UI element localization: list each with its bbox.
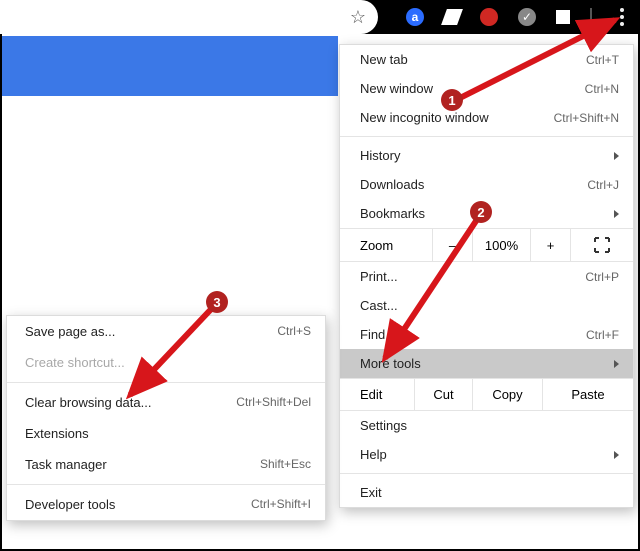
- chevron-right-icon: [614, 451, 619, 459]
- label: Bookmarks: [360, 206, 425, 221]
- chrome-main-menu: New tab Ctrl+T New window Ctrl+N New inc…: [339, 44, 634, 508]
- label: Task manager: [25, 457, 107, 472]
- label: Find...: [360, 327, 396, 342]
- menu-settings[interactable]: Settings: [340, 411, 633, 440]
- submenu-create-shortcut: Create shortcut...: [7, 347, 325, 378]
- more-tools-submenu: Save page as... Ctrl+S Create shortcut..…: [6, 315, 326, 521]
- shortcut: Ctrl+T: [586, 53, 619, 67]
- shortcut: Ctrl+S: [277, 324, 311, 339]
- label: Clear browsing data...: [25, 395, 151, 410]
- label: Create shortcut...: [25, 355, 125, 370]
- edit-label: Edit: [340, 379, 414, 410]
- annotation-badge-1: 1: [441, 89, 463, 111]
- extension-check-icon[interactable]: ✓: [518, 8, 536, 26]
- fullscreen-button[interactable]: [570, 229, 633, 261]
- page-header-blue: [2, 36, 338, 96]
- shortcut: Ctrl+J: [587, 178, 619, 192]
- extension-red-icon[interactable]: [480, 8, 498, 26]
- menu-zoom-row: Zoom – 100% +: [340, 228, 633, 262]
- label: Downloads: [360, 177, 424, 192]
- menu-new-tab[interactable]: New tab Ctrl+T: [340, 45, 633, 74]
- zoom-plus-button[interactable]: +: [530, 229, 570, 261]
- chevron-right-icon: [614, 152, 619, 160]
- submenu-extensions[interactable]: Extensions: [7, 418, 325, 449]
- label: New tab: [360, 52, 408, 67]
- shortcut: Ctrl+N: [585, 82, 619, 96]
- submenu-task-manager[interactable]: Task manager Shift+Esc: [7, 449, 325, 480]
- submenu-save-page-as[interactable]: Save page as... Ctrl+S: [7, 316, 325, 347]
- menu-new-window[interactable]: New window Ctrl+N: [340, 74, 633, 103]
- shortcut: Ctrl+P: [585, 270, 619, 284]
- menu-help[interactable]: Help: [340, 440, 633, 469]
- label: More tools: [360, 356, 421, 371]
- bookmark-star-icon[interactable]: ☆: [350, 7, 366, 28]
- shortcut: Ctrl+Shift+Del: [236, 395, 311, 410]
- label: New window: [360, 81, 433, 96]
- menu-more-tools[interactable]: More tools: [340, 349, 633, 378]
- menu-print[interactable]: Print... Ctrl+P: [340, 262, 633, 291]
- extension-square-icon[interactable]: [556, 10, 570, 24]
- extension-pen-icon[interactable]: [441, 9, 463, 25]
- zoom-minus-button[interactable]: –: [432, 229, 472, 261]
- label: Print...: [360, 269, 398, 284]
- chevron-right-icon: [614, 360, 619, 368]
- label: History: [360, 148, 400, 163]
- shortcut: Ctrl+F: [586, 328, 619, 342]
- chrome-menu-button[interactable]: [612, 8, 632, 26]
- menu-new-incognito[interactable]: New incognito window Ctrl+Shift+N: [340, 103, 633, 132]
- zoom-label: Zoom: [340, 229, 432, 261]
- shortcut: Shift+Esc: [260, 457, 311, 472]
- label: Help: [360, 447, 387, 462]
- edit-paste-button[interactable]: Paste: [542, 379, 633, 410]
- menu-history[interactable]: History: [340, 141, 633, 170]
- annotation-badge-2: 2: [470, 201, 492, 223]
- toolbar-separator: [590, 8, 592, 26]
- zoom-value: 100%: [472, 229, 530, 261]
- edit-cut-button[interactable]: Cut: [414, 379, 472, 410]
- menu-exit[interactable]: Exit: [340, 478, 633, 507]
- label: New incognito window: [360, 110, 489, 125]
- shortcut: Ctrl+Shift+N: [554, 111, 619, 125]
- menu-edit-row: Edit Cut Copy Paste: [340, 378, 633, 411]
- label: Settings: [360, 418, 407, 433]
- shortcut: Ctrl+Shift+I: [251, 497, 311, 512]
- label: Exit: [360, 485, 382, 500]
- submenu-clear-browsing-data[interactable]: Clear browsing data... Ctrl+Shift+Del: [7, 387, 325, 418]
- label: Developer tools: [25, 497, 115, 512]
- label: Cast...: [360, 298, 398, 313]
- fullscreen-icon: [594, 237, 610, 253]
- browser-toolbar: ☆ a ✓: [0, 0, 640, 34]
- edit-copy-button[interactable]: Copy: [472, 379, 542, 410]
- menu-find[interactable]: Find... Ctrl+F: [340, 320, 633, 349]
- extension-a-icon[interactable]: a: [406, 8, 424, 26]
- submenu-developer-tools[interactable]: Developer tools Ctrl+Shift+I: [7, 489, 325, 520]
- omnibox-end: ☆: [0, 0, 378, 34]
- chevron-right-icon: [614, 210, 619, 218]
- menu-downloads[interactable]: Downloads Ctrl+J: [340, 170, 633, 199]
- label: Save page as...: [25, 324, 115, 339]
- label: Extensions: [25, 426, 89, 441]
- menu-cast[interactable]: Cast...: [340, 291, 633, 320]
- annotation-badge-3: 3: [206, 291, 228, 313]
